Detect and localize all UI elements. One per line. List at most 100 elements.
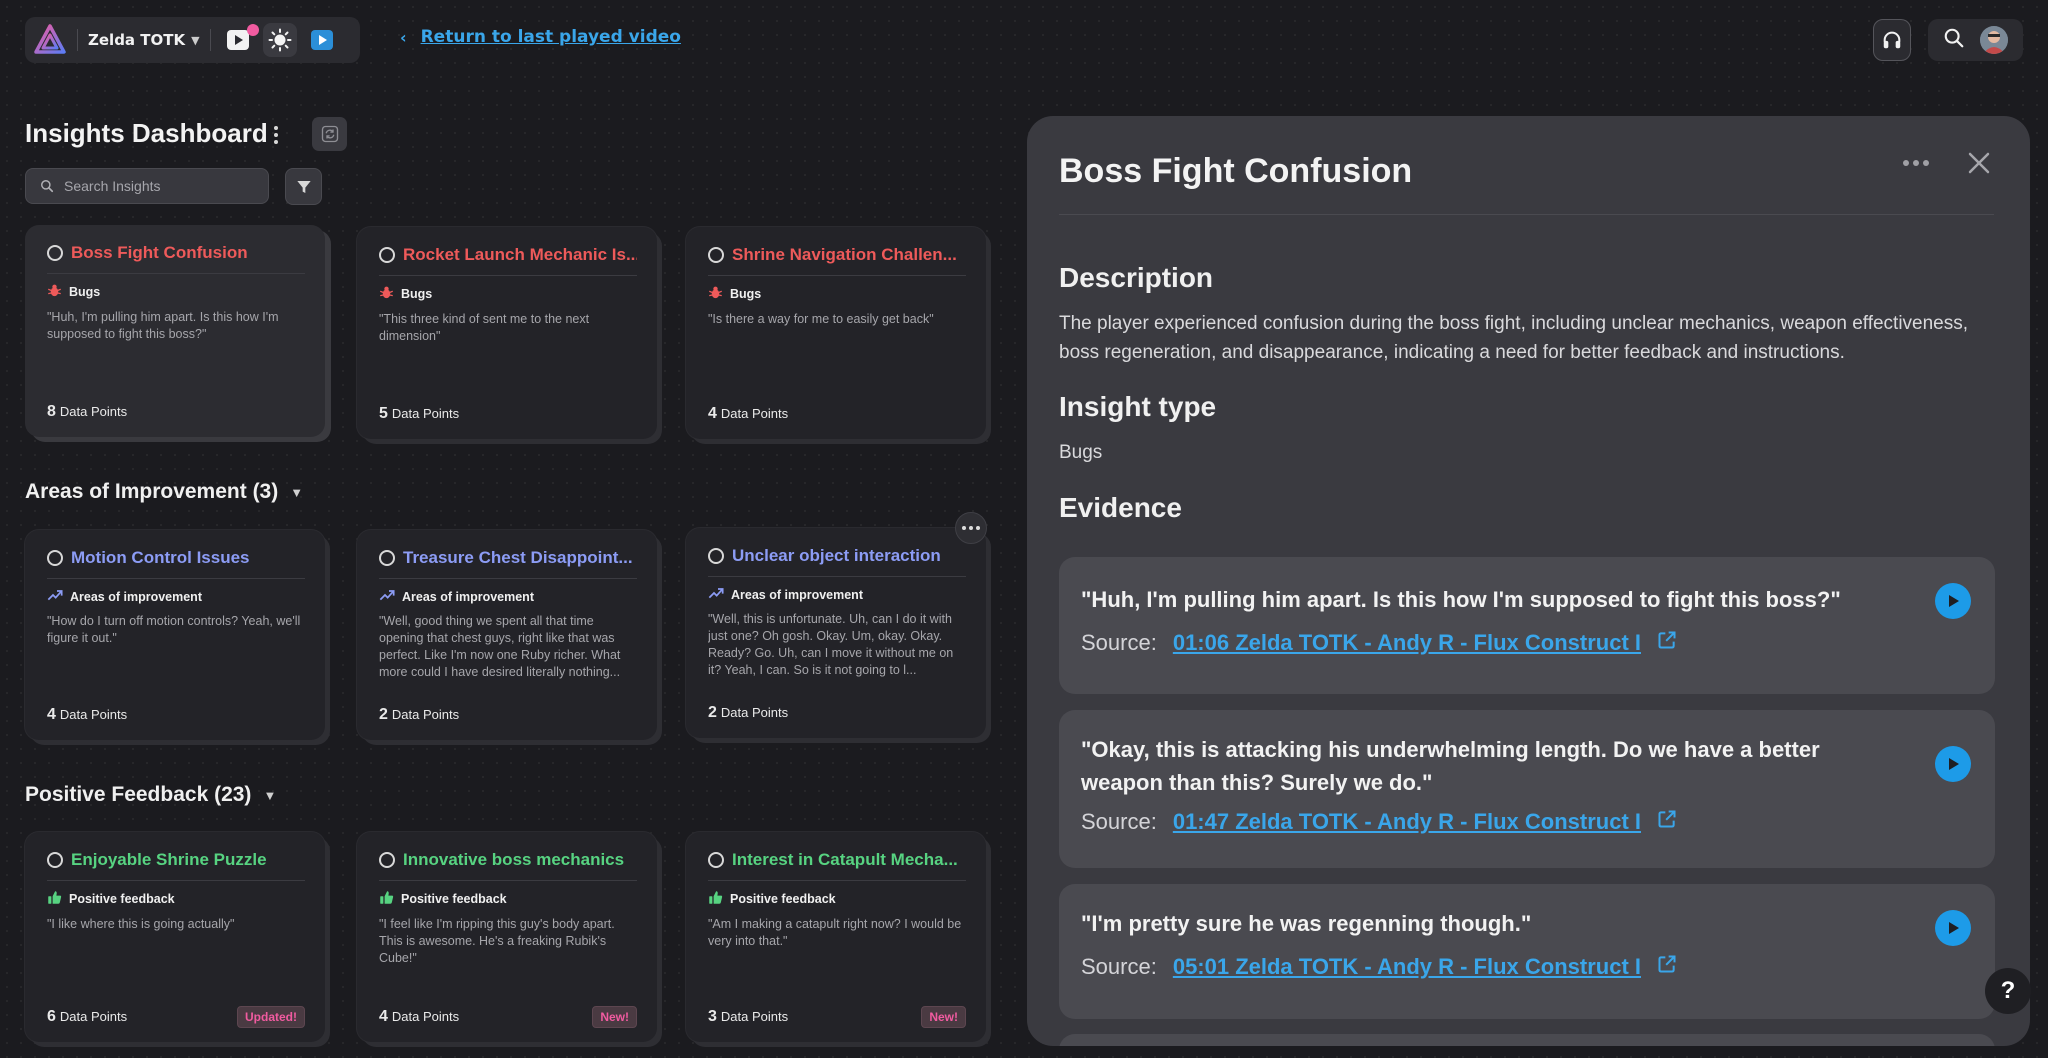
card-tag: Bugs [69,285,101,299]
insight-card[interactable]: Interest in Catapult Mecha... Positive f… [686,832,986,1042]
evidence-quote: "I'm pretty sure he was regenning though… [1081,911,1532,936]
search-button[interactable] [1943,27,1965,53]
data-points-label: Data Points [391,406,460,421]
data-points-label: Data Points [59,404,128,419]
insights-button[interactable] [262,23,297,57]
divider [209,29,211,51]
videos-button[interactable] [221,23,259,57]
trending-up-icon [708,586,724,603]
data-points-label: Data Points [391,707,460,722]
card-quote: "Is there a way for me to easily get bac… [708,312,934,326]
refresh-button[interactable] [312,117,347,151]
data-points: 2 Data Points [379,706,459,724]
refresh-icon [321,125,338,143]
card-title: Innovative boss mechanics [403,850,625,869]
card-title: Motion Control Issues [71,548,250,567]
source-link[interactable]: 01:47 Zelda TOTK - Andy R - Flux Constru… [1173,809,1641,835]
insight-card[interactable]: Innovative boss mechanics Positive feedb… [357,832,657,1042]
insight-card[interactable]: Motion Control Issues Areas of improveme… [25,530,325,740]
card-title: Interest in Catapult Mecha... [732,850,958,869]
select-radio[interactable] [379,550,395,566]
source-link[interactable]: 05:01 Zelda TOTK - Andy R - Flux Constru… [1173,954,1641,980]
select-radio[interactable] [379,247,395,263]
section-header-improvement[interactable]: Areas of Improvement (3) ▼ [25,480,303,504]
data-points: 4 Data Points [379,1008,459,1026]
filter-button[interactable] [285,168,322,205]
divider [1059,214,1994,215]
data-points: 8 Data Points [47,403,127,421]
insight-card[interactable]: Shrine Navigation Challen... Bugs "Is th… [686,227,986,439]
insight-card[interactable]: Boss Fight Confusion Bugs "Huh, I'm pull… [25,225,325,437]
select-radio[interactable] [708,852,724,868]
insight-card[interactable]: Unclear object interaction Areas of impr… [686,528,986,738]
card-quote: "I feel like I'm ripping this guy's body… [379,917,615,965]
evidence-item: "I'm pretty sure he was regenning though… [1059,884,1995,1019]
external-link-icon[interactable] [1657,809,1677,835]
data-points: 3 Data Points [708,1008,788,1026]
select-radio[interactable] [708,247,724,263]
chevron-down-icon: ▼ [191,33,200,47]
data-points-count: 4 [708,405,717,422]
external-link-icon[interactable] [1657,630,1677,656]
external-link-icon[interactable] [1657,954,1677,980]
evidence-heading: Evidence [1059,492,1182,523]
insight-type-heading: Insight type [1059,391,1217,422]
data-points-count: 4 [47,706,56,723]
return-to-video-link[interactable]: ‹ Return to last played video [400,27,681,47]
data-points: 4 Data Points [47,706,127,724]
card-quote: "This three kind of sent me to the next … [379,312,590,343]
card-tag: Areas of improvement [731,587,863,602]
app-logo[interactable] [33,23,67,57]
filter-icon [296,180,311,193]
chevron-left-icon: ‹ [400,27,407,47]
play-clip-button[interactable] [1935,746,1971,782]
evidence-item: "Okay, this is attacking his underwhelmi… [1059,710,1995,868]
evidence-item: "Huh, I'm pulling him apart. Is this how… [1059,557,1995,694]
card-more-button[interactable] [955,512,987,544]
video-play-icon [226,30,249,50]
select-radio[interactable] [379,852,395,868]
play-icon [1949,758,1959,770]
divider [77,29,78,51]
play-clip-button[interactable] [1935,910,1971,946]
description-text: The player experienced confusion during … [1059,313,1969,363]
player-icon [310,30,333,50]
card-quote: "How do I turn off motion controls? Yeah… [47,614,301,645]
card-title: Rocket Launch Mechanic Is... [403,245,637,264]
select-radio[interactable] [47,550,63,566]
select-radio[interactable] [47,852,63,868]
insight-card[interactable]: Treasure Chest Disappoint... Areas of im… [357,530,657,740]
source-label: Source: [1081,809,1157,834]
card-tag: Positive feedback [69,892,175,906]
card-tag: Bugs [730,287,762,301]
insight-card[interactable]: Rocket Launch Mechanic Is... Bugs "This … [357,227,657,439]
close-button[interactable] [1964,148,1994,178]
section-title: Positive Feedback (23) [25,783,252,806]
status-badge: New! [921,1006,966,1028]
select-radio[interactable] [708,548,724,564]
search-input[interactable] [64,178,244,194]
project-selector[interactable]: Zelda TOTK ▼ [88,31,200,49]
dashboard-menu-button[interactable] [268,122,284,148]
search-field[interactable] [25,168,269,204]
source-link[interactable]: 01:06 Zelda TOTK - Andy R - Flux Constru… [1173,630,1641,656]
select-radio[interactable] [47,245,63,261]
insight-card[interactable]: Enjoyable Shrine Puzzle Positive feedbac… [25,832,325,1042]
thumbs-up-icon [379,890,394,908]
user-toolbar [1928,19,2023,61]
play-clip-button[interactable] [1935,583,1971,619]
help-button[interactable]: ? [1985,968,2031,1014]
page-title: Insights Dashboard [25,118,268,148]
panel-more-button[interactable] [1903,160,1929,166]
data-points-count: 2 [379,706,388,723]
data-points: 4 Data Points [708,405,788,423]
player-button[interactable] [305,23,339,57]
thumbs-up-icon [708,890,723,908]
avatar[interactable] [1979,26,2008,54]
source-label: Source: [1081,630,1157,655]
section-header-positive[interactable]: Positive Feedback (23) ▼ [25,783,276,807]
bug-icon [379,285,394,303]
card-tag: Areas of improvement [70,589,202,604]
headset-button[interactable] [1873,19,1911,61]
data-points-count: 6 [47,1008,56,1025]
